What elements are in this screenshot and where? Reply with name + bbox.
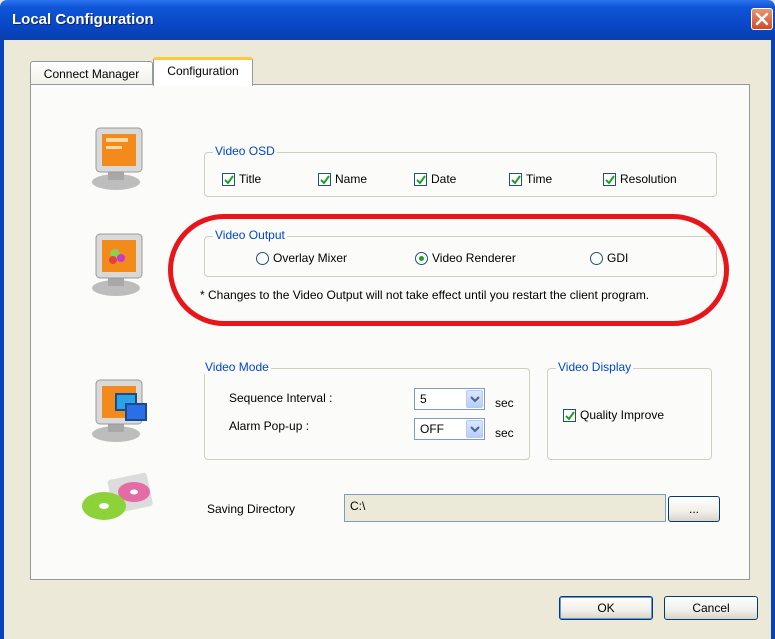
radio-circle[interactable] <box>256 251 269 265</box>
osd-title-label: Title <box>239 172 262 186</box>
output-video-renderer-radio[interactable]: Video Renderer <box>415 250 516 266</box>
check-icon <box>605 174 615 185</box>
osd-resolution-checkbox[interactable]: Resolution <box>603 171 677 187</box>
quality-improve-label: Quality Improve <box>580 408 665 422</box>
check-icon <box>511 174 521 185</box>
sequence-interval-value: 5 <box>420 392 427 406</box>
alarm-popup-label: Alarm Pop-up : <box>229 419 310 433</box>
alarm-popup-unit: sec <box>495 426 514 440</box>
osd-time-checkbox[interactable]: Time <box>509 171 552 187</box>
checkbox-box[interactable] <box>509 172 522 186</box>
check-icon <box>416 174 426 185</box>
alarm-popup-select[interactable]: OFF <box>414 418 485 440</box>
video-display-legend: Video Display <box>556 360 634 374</box>
saving-directory-label: Saving Directory <box>207 502 296 516</box>
osd-title-checkbox[interactable]: Title <box>222 171 261 187</box>
quality-improve-checkbox[interactable]: Quality Improve <box>563 407 664 423</box>
sequence-interval-unit: sec <box>495 396 514 410</box>
dropdown-button[interactable] <box>466 390 483 408</box>
video-osd-legend: Video OSD <box>213 144 277 158</box>
radio-circle[interactable] <box>590 251 603 265</box>
video-mode-legend: Video Mode <box>203 360 271 374</box>
dropdown-arrow-icon <box>470 426 480 433</box>
title-bar: Local Configuration <box>0 0 775 40</box>
osd-time-label: Time <box>526 172 553 186</box>
local-configuration-window: Local Configuration Connect Manager Conf… <box>0 0 775 639</box>
close-button[interactable] <box>751 8 773 30</box>
osd-resolution-label: Resolution <box>620 172 677 186</box>
osd-name-label: Name <box>335 172 368 186</box>
tab-configuration[interactable]: Configuration <box>153 57 253 86</box>
checkbox-box[interactable] <box>222 172 235 186</box>
video-renderer-label: Video Renderer <box>432 251 516 265</box>
dropdown-button[interactable] <box>466 420 483 438</box>
output-overlay-mixer-radio[interactable]: Overlay Mixer <box>256 250 347 266</box>
cancel-button[interactable]: Cancel <box>664 596 758 620</box>
osd-name-checkbox[interactable]: Name <box>318 171 367 187</box>
checkbox-box[interactable] <box>318 172 331 186</box>
video-output-note: * Changes to the Video Output will not t… <box>200 288 650 302</box>
browse-button[interactable]: ... <box>668 496 720 522</box>
check-icon <box>320 174 330 185</box>
gdi-label: GDI <box>607 251 629 265</box>
window-title: Local Configuration <box>12 11 154 28</box>
window-frame-left <box>0 40 4 639</box>
dropdown-arrow-icon <box>470 396 480 403</box>
monitor-mode-icon <box>92 379 147 442</box>
checkbox-box[interactable] <box>563 408 576 422</box>
ok-button[interactable]: OK <box>559 596 653 620</box>
radio-selected-dot <box>419 255 424 261</box>
video-output-legend: Video Output <box>213 228 287 242</box>
output-gdi-radio[interactable]: GDI <box>590 250 628 266</box>
saving-directory-field[interactable]: C:\ <box>344 494 666 522</box>
check-icon <box>224 174 234 185</box>
osd-date-label: Date <box>431 172 457 186</box>
check-icon <box>565 410 575 421</box>
video-mode-group: Video Mode <box>203 360 530 460</box>
sequence-interval-label: Sequence Interval : <box>229 391 333 405</box>
overlay-mixer-label: Overlay Mixer <box>273 251 348 265</box>
osd-date-checkbox[interactable]: Date <box>414 171 456 187</box>
sequence-interval-select[interactable]: 5 <box>414 388 485 410</box>
monitor-output-icon <box>92 233 143 296</box>
tab-connect-manager[interactable]: Connect Manager <box>30 61 153 85</box>
checkbox-box[interactable] <box>603 172 616 186</box>
close-icon <box>755 12 769 26</box>
monitor-osd-icon <box>92 127 143 190</box>
radio-circle[interactable] <box>415 251 428 265</box>
window-frame-right <box>771 40 775 639</box>
alarm-popup-value: OFF <box>420 422 444 436</box>
disc-icon <box>82 472 153 520</box>
saving-directory-value: C:\ <box>350 499 366 513</box>
checkbox-box[interactable] <box>414 172 427 186</box>
